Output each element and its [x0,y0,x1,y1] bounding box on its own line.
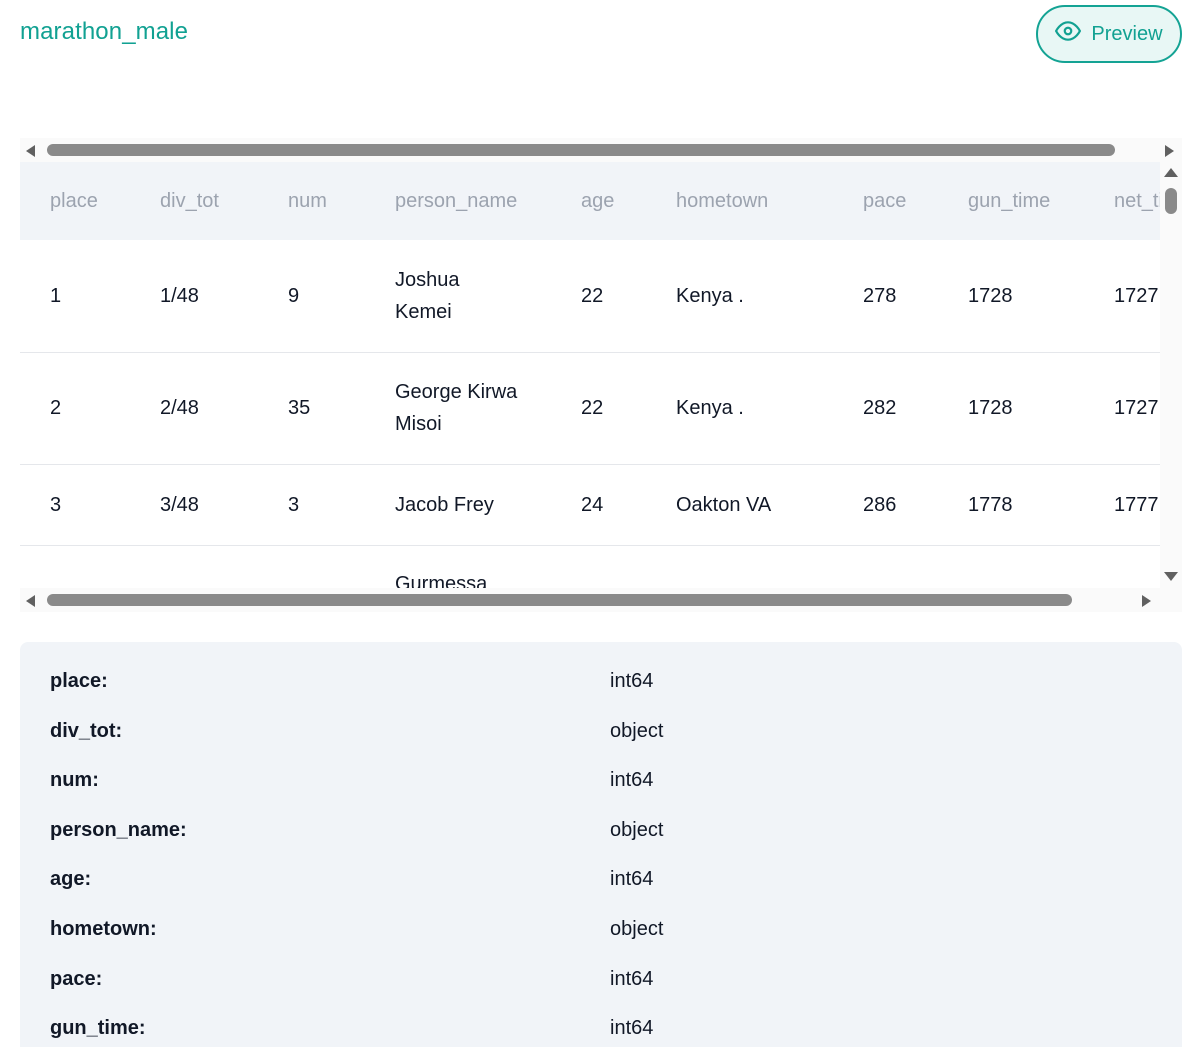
table-cell: 3 [20,464,130,546]
table-cell: 1728 [938,240,1084,353]
column-dtypes-panel: place: int64 div_tot: object num: int64 person… [20,642,1182,1047]
column-header[interactable]: hometown [646,162,833,240]
scroll-right-arrow-icon[interactable] [1165,145,1174,157]
column-header[interactable]: age [551,162,646,240]
dtype-value: int64 [610,868,654,891]
dtype-row: age: int64 [20,868,1182,898]
dtype-value: int64 [610,670,654,692]
table-cell: Gurmessa [365,545,551,588]
table-cell: Kenya . [646,240,833,353]
column-header[interactable]: num [258,162,365,240]
table-cell [130,545,258,588]
table-row[interactable]: Gurmessa [20,545,1160,588]
scroll-left-arrow-icon[interactable] [26,145,35,157]
dataset-title: marathon_male [20,18,189,45]
column-header[interactable]: gun_time [938,162,1084,240]
table-cell: 1 [20,240,130,353]
column-header[interactable]: net_time [1084,162,1160,240]
dtype-value: int64 [610,1017,654,1040]
column-header[interactable]: div_tot [130,162,258,240]
table-cell: 2/48 [130,352,258,465]
table-cell: 2 [20,352,130,465]
data-table-container: place div_tot num person_name age hometown pac… [20,162,1160,588]
table-cell [1084,545,1160,588]
horizontal-scroll-thumb[interactable] [47,594,1072,606]
table-cell: 24 [551,464,646,546]
dtype-column-name: hometown: [50,918,157,940]
dtype-row: div_tot: object [20,720,1182,750]
dtype-column-name: pace: [50,967,103,990]
dtype-row: person_name: object [20,819,1182,849]
table-cell: 3/48 [130,464,258,546]
table-cell: 278 [833,240,938,353]
table-cell [258,545,365,588]
table-cell: George Kirwa Misoi [365,352,551,465]
table-cell: 1778 [938,464,1084,546]
vertical-scroll-thumb[interactable] [1165,188,1177,214]
dtype-value: object [610,719,664,742]
preview-button-label: Preview [1091,22,1163,45]
dtype-row: hometown: object [20,918,1182,948]
table-row[interactable]: 3 3/48 3 Jacob Frey 24 Oakton VA 286 1778 1777 [20,464,1160,546]
table-cell: Kenya . [646,352,833,465]
scroll-down-arrow-icon[interactable] [1164,572,1178,581]
table-cell: 282 [833,352,938,465]
data-table: place div_tot num person_name age hometown pac… [20,162,1160,588]
table-cell [833,545,938,588]
table-cell: 1728 [938,352,1084,465]
scroll-left-arrow-icon[interactable] [26,595,35,607]
table-cell [938,545,1084,588]
table-cell: 1777 [1084,464,1160,546]
table-cell: 1/48 [130,240,258,353]
dtype-value: object [610,918,664,940]
dtype-value: int64 [610,769,654,792]
table-cell: 286 [833,464,938,546]
scroll-up-arrow-icon[interactable] [1164,168,1178,177]
dtype-row: place: int64 [20,670,1182,700]
column-header[interactable]: person_name [365,162,551,240]
column-header[interactable]: place [20,162,130,240]
horizontal-scroll-thumb[interactable] [47,144,1115,156]
table-cell: 3 [258,464,365,546]
dtype-column-name: age: [50,868,92,891]
table-cell [551,545,646,588]
dtype-column-name: gun_time: [50,1017,146,1040]
table-cell: 1727 [1084,240,1160,353]
table-cell: Joshua Kemei [365,240,551,353]
table-cell: 22 [551,352,646,465]
dtype-row: gun_time: int64 [20,1017,1182,1047]
table-cell: Oakton VA [646,464,833,546]
table-cell [20,545,130,588]
eye-icon [1055,18,1082,50]
dtype-column-name: person_name: [50,818,187,841]
table-cell: 9 [258,240,365,353]
table-viewport: place div_tot num person_name age hometown pac… [20,138,1182,612]
preview-button[interactable]: Preview [1036,5,1182,63]
table-header-row: place div_tot num person_name age hometown pac… [20,162,1160,240]
dtype-row: pace: int64 [20,968,1182,998]
scroll-right-arrow-icon[interactable] [1142,595,1151,607]
dtype-column-name: div_tot: [50,719,123,742]
dtype-row: num: int64 [20,769,1182,799]
dtype-column-name: num: [50,769,99,792]
table-cell: 35 [258,352,365,465]
dtype-value: object [610,818,664,841]
table-cell: 1727 [1084,352,1160,465]
table-cell: Jacob Frey [365,464,551,546]
dtype-value: int64 [610,967,654,990]
horizontal-scrollbar-top[interactable] [20,138,1182,162]
dtype-column-name: place: [50,670,108,692]
table-row[interactable]: 2 2/48 35 George Kirwa Misoi 22 Kenya . 282 172… [20,352,1160,465]
table-row[interactable]: 1 1/48 9 Joshua Kemei 22 Kenya . 278 1728 1727 [20,240,1160,353]
table-cell [646,545,833,588]
column-header[interactable]: pace [833,162,938,240]
table-cell: 22 [551,240,646,353]
vertical-scrollbar[interactable] [1160,162,1182,588]
horizontal-scrollbar-bottom[interactable] [20,588,1182,612]
